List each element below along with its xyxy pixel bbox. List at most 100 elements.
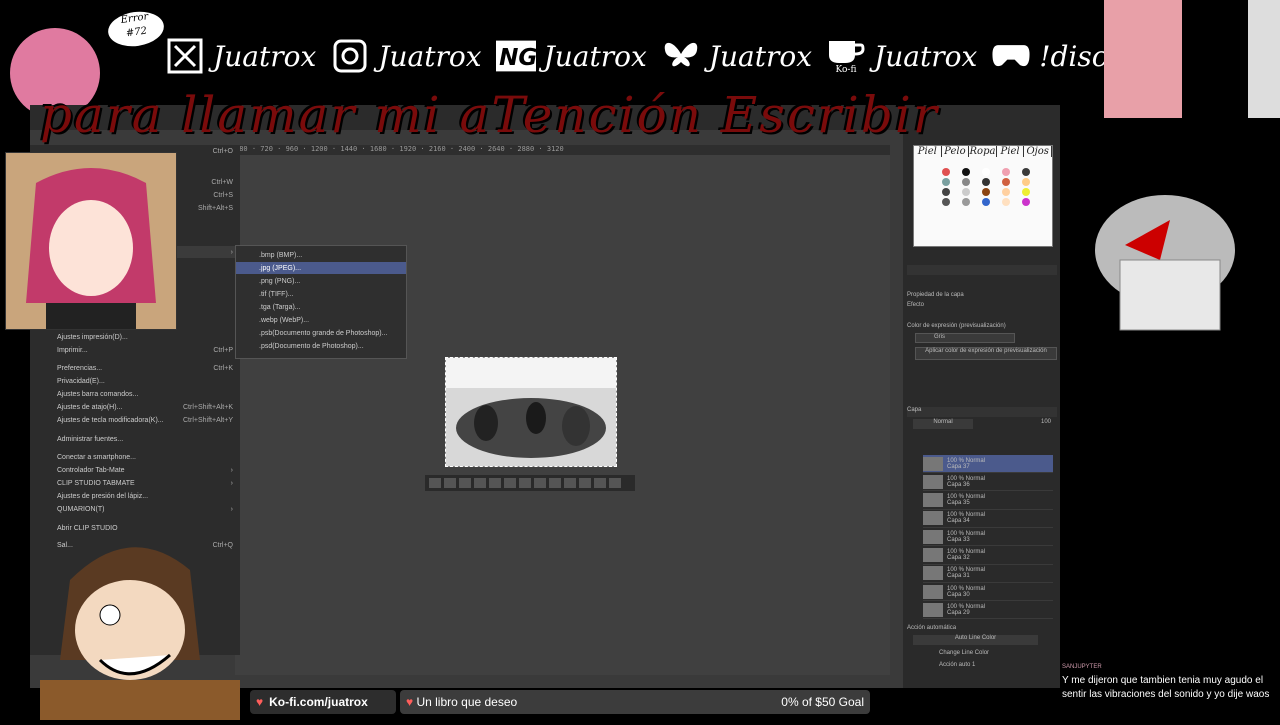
blend-mode-select[interactable]: Normal (913, 419, 973, 429)
export-format-item[interactable]: .tif (TIFF)... (236, 288, 406, 300)
layer-row[interactable]: 100 % Normal Capa 36 (923, 473, 1053, 492)
auto-action-set-select[interactable]: Auto Line Color (913, 635, 1038, 645)
svg-text:NG: NG (499, 45, 536, 71)
kofi-link-bar[interactable]: ♥ Ko-fi.com/juatrox (250, 690, 396, 714)
layer-thumbnail (923, 474, 943, 489)
tool-button[interactable] (429, 478, 441, 488)
layer-row[interactable]: 100 % Normal Capa 30 (923, 583, 1053, 602)
color-swatch[interactable] (1022, 178, 1030, 186)
layer-row[interactable]: 100 % Normal Capa 31 (923, 565, 1053, 583)
color-swatch[interactable] (1002, 178, 1010, 186)
auto-action-item[interactable]: Acción auto 1 (939, 662, 975, 668)
social-x-label: Juatrox (213, 39, 317, 73)
tool-button[interactable] (564, 478, 576, 488)
export-format-item[interactable]: .bmp (BMP)... (236, 249, 406, 261)
tool-button[interactable] (459, 478, 471, 488)
expression-color-select[interactable]: Gris (915, 333, 1015, 343)
layer-thumbnail (923, 584, 943, 599)
menu-item[interactable]: Administrar fuentes... (57, 433, 237, 445)
layer-name: Capa 37 (947, 463, 970, 470)
color-swatch[interactable] (962, 198, 970, 206)
color-swatch[interactable] (1022, 198, 1030, 206)
chat-message: Y me dijeron que tambien tenia muy agudo… (1062, 675, 1270, 700)
color-swatch[interactable] (942, 188, 950, 196)
color-swatch[interactable] (942, 198, 950, 206)
gamepad-icon (991, 36, 1031, 76)
layer-info: 100 % Normal Capa 32 (947, 549, 985, 561)
menu-item[interactable]: Privacidad(E)... (57, 375, 237, 387)
canvas-photo (445, 357, 617, 467)
menu-item[interactable]: Ajustes de presión del lápiz... (57, 490, 237, 502)
export-format-item[interactable]: .psd(Documento de Photoshop)... (236, 340, 406, 352)
color-swatch[interactable] (982, 198, 990, 206)
layer-opacity-mode: 100 % Normal (947, 475, 986, 482)
color-swatch[interactable] (982, 178, 990, 186)
social-instagram-label: Juatrox (378, 39, 482, 73)
layer-row[interactable]: 100 % Normal Capa 29 (923, 601, 1053, 620)
tool-button[interactable] (474, 478, 486, 488)
color-swatch[interactable] (942, 178, 950, 186)
tool-button[interactable] (579, 478, 591, 488)
export-format-item[interactable]: .png (PNG)... (236, 275, 406, 287)
menu-item[interactable]: Conectar a smartphone... (57, 451, 237, 463)
menu-item[interactable]: QUMARION(T) › (57, 503, 237, 515)
tool-button[interactable] (594, 478, 606, 488)
reaction-character-sketch (1070, 150, 1260, 340)
tool-button[interactable] (519, 478, 531, 488)
export-format-item[interactable]: .tga (Targa)... (236, 301, 406, 313)
tool-button[interactable] (444, 478, 456, 488)
tool-button[interactable] (504, 478, 516, 488)
export-format-item[interactable]: .jpg (JPEG)... (236, 262, 406, 274)
layer-tab[interactable]: Capa (907, 407, 921, 417)
menu-item-label: Ajustes de tecla modificadora(K)... (57, 416, 164, 424)
layer-thumbnail (923, 493, 943, 508)
tool-button[interactable] (534, 478, 546, 488)
layer-name: Capa 33 (947, 536, 970, 543)
menu-item[interactable]: CLIP STUDIO TABMATE › (57, 477, 237, 489)
color-swatch[interactable] (1002, 198, 1010, 206)
color-swatch[interactable] (942, 168, 950, 176)
color-slider[interactable] (907, 265, 1057, 275)
auto-action-title: Acción automática (907, 625, 957, 631)
menu-item[interactable]: Ajustes de atajo(H)... Ctrl+Shift+Alt+K (57, 401, 237, 413)
layer-row[interactable]: 100 % Normal Capa 35 (923, 492, 1053, 510)
social-kofi-label: Juatrox (874, 39, 978, 73)
color-swatch[interactable] (982, 168, 990, 176)
layer-opacity[interactable]: 100 (1041, 419, 1051, 425)
tool-button[interactable] (489, 478, 501, 488)
apply-preview-color-button[interactable]: Aplicar color de expresión de previsuali… (915, 347, 1057, 360)
menu-item[interactable]: Ajustes barra comandos... (57, 388, 237, 400)
social-x: Juatrox (165, 36, 316, 76)
export-format-item[interactable]: .webp (WebP)... (236, 314, 406, 326)
layer-row[interactable]: 100 % Normal Capa 34 (923, 510, 1053, 528)
menu-shortcut: Shift+Alt+S (197, 204, 233, 212)
color-swatch[interactable] (962, 188, 970, 196)
layer-row[interactable]: 100 % Normal Capa 32 (923, 547, 1053, 565)
layer-row[interactable]: 100 % Normal Capa 37 (923, 455, 1053, 473)
layer-row[interactable]: 100 % Normal Capa 33 (923, 528, 1053, 547)
color-swatch[interactable] (1002, 188, 1010, 196)
tool-button[interactable] (609, 478, 621, 488)
palette-column-header: Ojos (1024, 146, 1052, 157)
menu-item[interactable]: Ajustes de tecla modificadora(K)... Ctrl+… (57, 414, 237, 426)
layer-opacity-mode: 100 % Normal (947, 530, 986, 537)
layer-thumbnail (923, 566, 943, 581)
export-format-item[interactable]: .psb(Documento grande de Photoshop)... (236, 327, 406, 339)
social-instagram: Juatrox (330, 36, 482, 76)
menu-item-label: Preferencias... (57, 364, 103, 372)
color-swatch[interactable] (962, 178, 970, 186)
color-swatch[interactable] (982, 188, 990, 196)
auto-action-item[interactable]: Change Line Color (939, 650, 989, 656)
tool-button[interactable] (549, 478, 561, 488)
menu-item[interactable]: Preferencias... Ctrl+K (57, 362, 237, 374)
color-swatch[interactable] (1022, 168, 1030, 176)
menu-item[interactable]: Imprimir... Ctrl+P (57, 344, 237, 356)
color-swatch[interactable] (962, 168, 970, 176)
layer-property-title: Propiedad de la capa (907, 292, 964, 298)
menu-item[interactable]: Ajustes impresión(D)... (57, 331, 237, 343)
color-swatch[interactable] (1002, 168, 1010, 176)
menu-item[interactable]: Controlador Tab-Mate › (57, 464, 237, 476)
layer-info: 100 % Normal Capa 29 (947, 604, 985, 616)
streamer-avatar-character (40, 520, 240, 720)
color-swatch[interactable] (1022, 188, 1030, 196)
